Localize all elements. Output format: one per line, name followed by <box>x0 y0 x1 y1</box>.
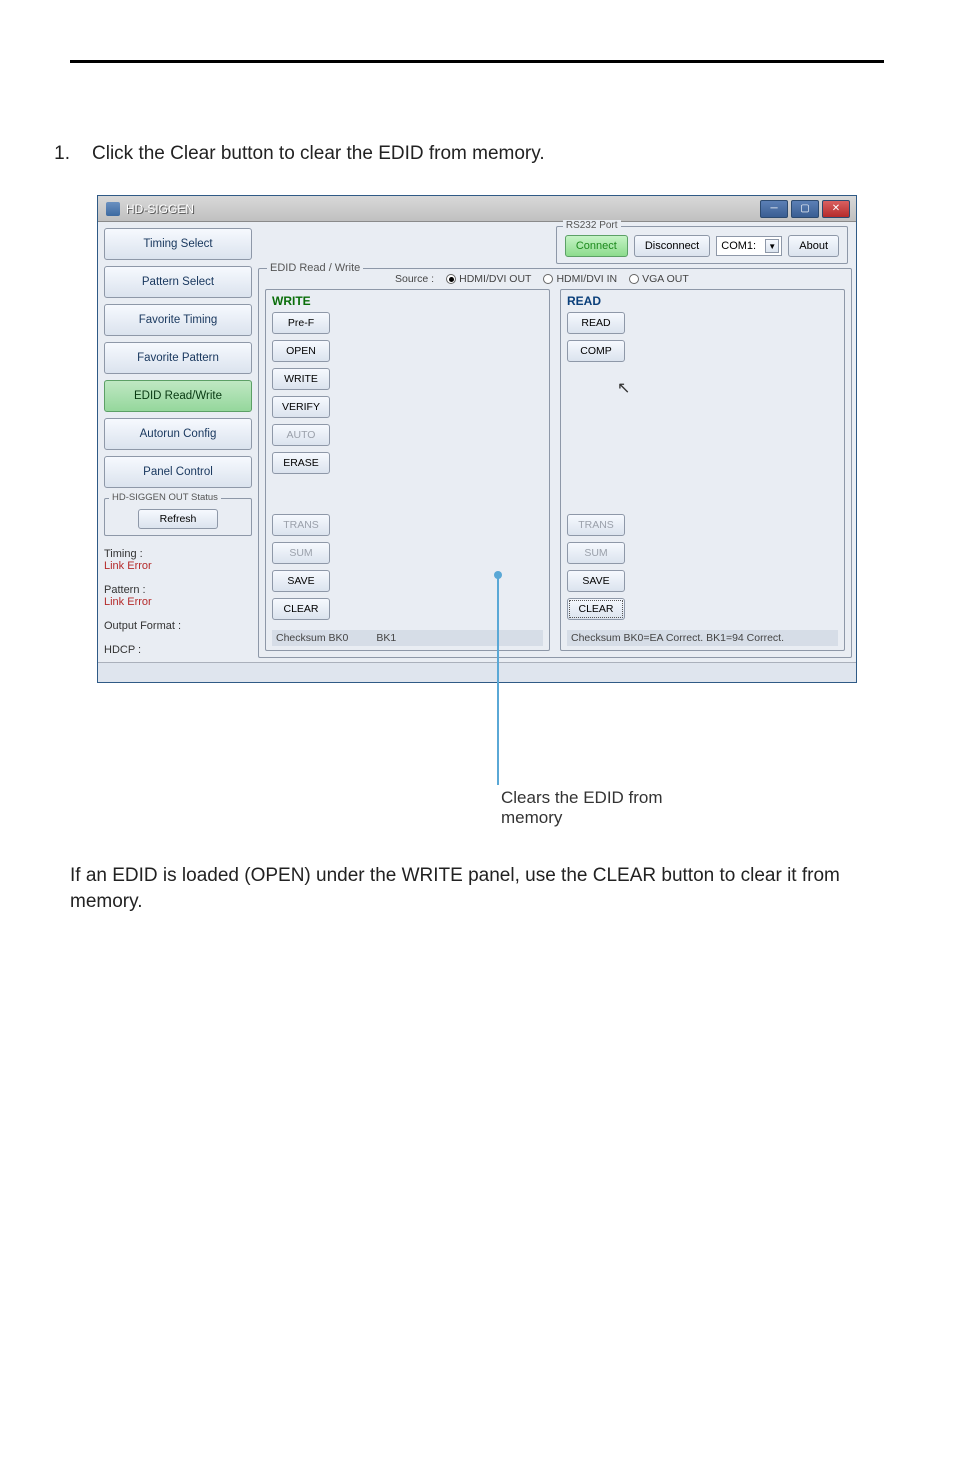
write-checksum: Checksum BK0 BK1 <box>272 630 543 646</box>
com-port-value: COM1: <box>721 240 756 252</box>
window-footer <box>98 662 856 682</box>
sidebar-panel-control[interactable]: Panel Control <box>104 456 252 488</box>
top-divider <box>70 60 884 63</box>
sidebar-timing-select[interactable]: Timing Select <box>104 228 252 260</box>
radio-vga-out[interactable]: VGA OUT <box>629 273 689 285</box>
callout-line <box>497 575 499 785</box>
title-bar: HD-SIGGEN ─ ▢ ✕ <box>98 196 856 222</box>
sidebar: Timing Select Pattern Select Favorite Ti… <box>102 226 254 658</box>
disconnect-button[interactable]: Disconnect <box>634 235 710 257</box>
maximize-button[interactable]: ▢ <box>791 200 819 218</box>
radio-hdmi-in[interactable]: HDMI/DVI IN <box>543 273 617 285</box>
read-column: READ READ COMP ↖ TRANS SUM SAVE CLEAR Ch… <box>560 289 845 651</box>
auto-button[interactable]: AUTO <box>272 424 330 446</box>
erase-button[interactable]: ERASE <box>272 452 330 474</box>
write-column: WRITE Pre-F OPEN WRITE VERIFY AUTO ERASE… <box>265 289 550 651</box>
write-save-button[interactable]: SAVE <box>272 570 330 592</box>
main-panel: RS232 Port Connect Disconnect COM1: ▼ Ab… <box>258 226 852 658</box>
verify-button[interactable]: VERIFY <box>272 396 330 418</box>
cursor-icon: ↖ <box>617 378 838 398</box>
sidebar-favorite-timing[interactable]: Favorite Timing <box>104 304 252 336</box>
com-port-select[interactable]: COM1: ▼ <box>716 236 782 256</box>
read-button[interactable]: READ <box>567 312 625 334</box>
step-text: Click the Clear button to clear the EDID… <box>92 143 884 165</box>
edid-group-label: EDID Read / Write <box>267 262 363 274</box>
read-trans-button[interactable]: TRANS <box>567 514 625 536</box>
sidebar-edid-rw[interactable]: EDID Read/Write <box>104 380 252 412</box>
rs232-group: RS232 Port Connect Disconnect COM1: ▼ Ab… <box>556 226 848 264</box>
write-trans-button[interactable]: TRANS <box>272 514 330 536</box>
chevron-down-icon: ▼ <box>765 239 779 253</box>
write-header: WRITE <box>272 294 543 308</box>
status-pattern: Pattern : Link Error <box>104 584 252 608</box>
minimize-button[interactable]: ─ <box>760 200 788 218</box>
pref-button[interactable]: Pre-F <box>272 312 330 334</box>
read-sum-button[interactable]: SUM <box>567 542 625 564</box>
status-group: HD-SIGGEN OUT Status Refresh <box>104 498 252 536</box>
read-checksum: Checksum BK0=EA Correct. BK1=94 Correct. <box>567 630 838 646</box>
source-label: Source : <box>395 273 434 285</box>
radio-hdmi-out[interactable]: HDMI/DVI OUT <box>446 273 531 285</box>
edid-group: EDID Read / Write Source : HDMI/DVI OUT … <box>258 268 852 658</box>
read-header: READ <box>567 294 838 308</box>
connect-button[interactable]: Connect <box>565 235 628 257</box>
step-number: 1. <box>40 143 70 165</box>
app-window: HD-SIGGEN ─ ▢ ✕ Timing Select Pattern Se… <box>97 195 857 683</box>
comp-button[interactable]: COMP <box>567 340 625 362</box>
window-title: HD-SIGGEN <box>126 202 194 216</box>
sidebar-pattern-select[interactable]: Pattern Select <box>104 266 252 298</box>
status-group-label: HD-SIGGEN OUT Status <box>109 492 221 503</box>
close-button[interactable]: ✕ <box>822 200 850 218</box>
sidebar-autorun-config[interactable]: Autorun Config <box>104 418 252 450</box>
status-timing: Timing : Link Error <box>104 548 252 572</box>
step-row: 1. Click the Clear button to clear the E… <box>70 143 884 165</box>
callout-text: Clears the EDID from memory <box>501 788 721 828</box>
status-output-format: Output Format : <box>104 620 252 632</box>
read-clear-button[interactable]: CLEAR <box>567 598 625 620</box>
callout-area: Clears the EDID from memory <box>97 693 857 823</box>
app-icon <box>106 202 120 216</box>
body-paragraph: If an EDID is loaded (OPEN) under the WR… <box>70 863 884 914</box>
status-hdcp: HDCP : <box>104 644 252 656</box>
sidebar-favorite-pattern[interactable]: Favorite Pattern <box>104 342 252 374</box>
write-clear-button[interactable]: CLEAR <box>272 598 330 620</box>
rs232-group-label: RS232 Port <box>563 220 621 231</box>
open-button[interactable]: OPEN <box>272 340 330 362</box>
write-button[interactable]: WRITE <box>272 368 330 390</box>
refresh-button[interactable]: Refresh <box>138 509 218 529</box>
write-sum-button[interactable]: SUM <box>272 542 330 564</box>
read-save-button[interactable]: SAVE <box>567 570 625 592</box>
about-button[interactable]: About <box>788 235 839 257</box>
